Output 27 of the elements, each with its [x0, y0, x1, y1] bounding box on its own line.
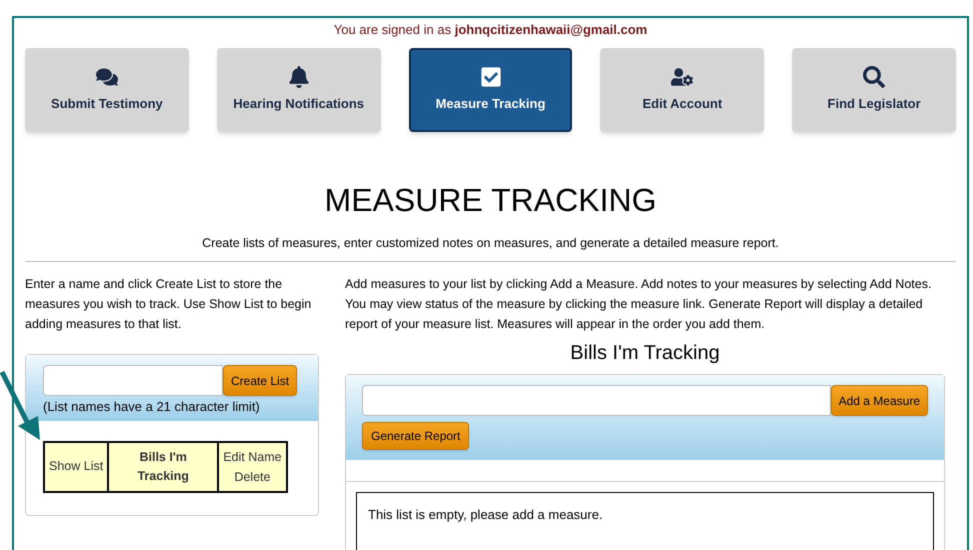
nav-tile[interactable]: Edit Account [600, 48, 764, 132]
nav-tile[interactable]: Measure Tracking [408, 48, 572, 132]
measure-field[interactable] [362, 385, 831, 416]
instructions-text: Add measures to your list by clicking Add a Measure. Add notes to your measures by selecting Add Notes. You may view status of the measure by clicking the measure link. Generate Report will display a detailed report of your measure list. Measures will appear in the order you add them. [345, 276, 932, 334]
nav-tile[interactable]: Submit Testimony [25, 48, 189, 132]
instructions-text: Enter a name and click Create List to store the measures you wish to track. Use Show List to begin adding measures to that list. [25, 276, 312, 334]
page-subtitle: Create lists of measures, enter customized notes on measures, and generate a detailed measure report. [201, 234, 780, 252]
search-icon [863, 66, 886, 88]
empty-message: This list is empty, please add a measure. [368, 507, 603, 522]
user-email: johnqcitizenhawaii@gmail.com [454, 22, 648, 37]
delete-link[interactable]: Delete [234, 470, 270, 484]
limit-note: (List names have a 21 character limit) [43, 398, 261, 416]
generate-report-button[interactable]: Generate Report [362, 422, 470, 450]
list-name-cell: Bills I'm Tracking [108, 442, 218, 492]
nav-tile[interactable]: Hearing Notifications [216, 48, 381, 132]
list-title: Bills I'm Tracking [569, 341, 721, 366]
edit-name-link[interactable]: Edit Name [223, 450, 282, 464]
page-title: MEASURE TRACKING [324, 184, 658, 216]
checkbox-icon [480, 66, 502, 88]
speech-bubbles-icon [96, 66, 118, 88]
signed-in-text: You are signed in as [334, 22, 452, 37]
list-name-field[interactable] [43, 365, 223, 396]
user-gear-icon [671, 66, 694, 88]
nav-tile[interactable]: Find Legislator [792, 48, 956, 132]
create-list-button[interactable]: Create List [223, 365, 298, 396]
add-measure-button[interactable]: Add a Measure [830, 385, 928, 416]
bell-icon [288, 66, 310, 88]
